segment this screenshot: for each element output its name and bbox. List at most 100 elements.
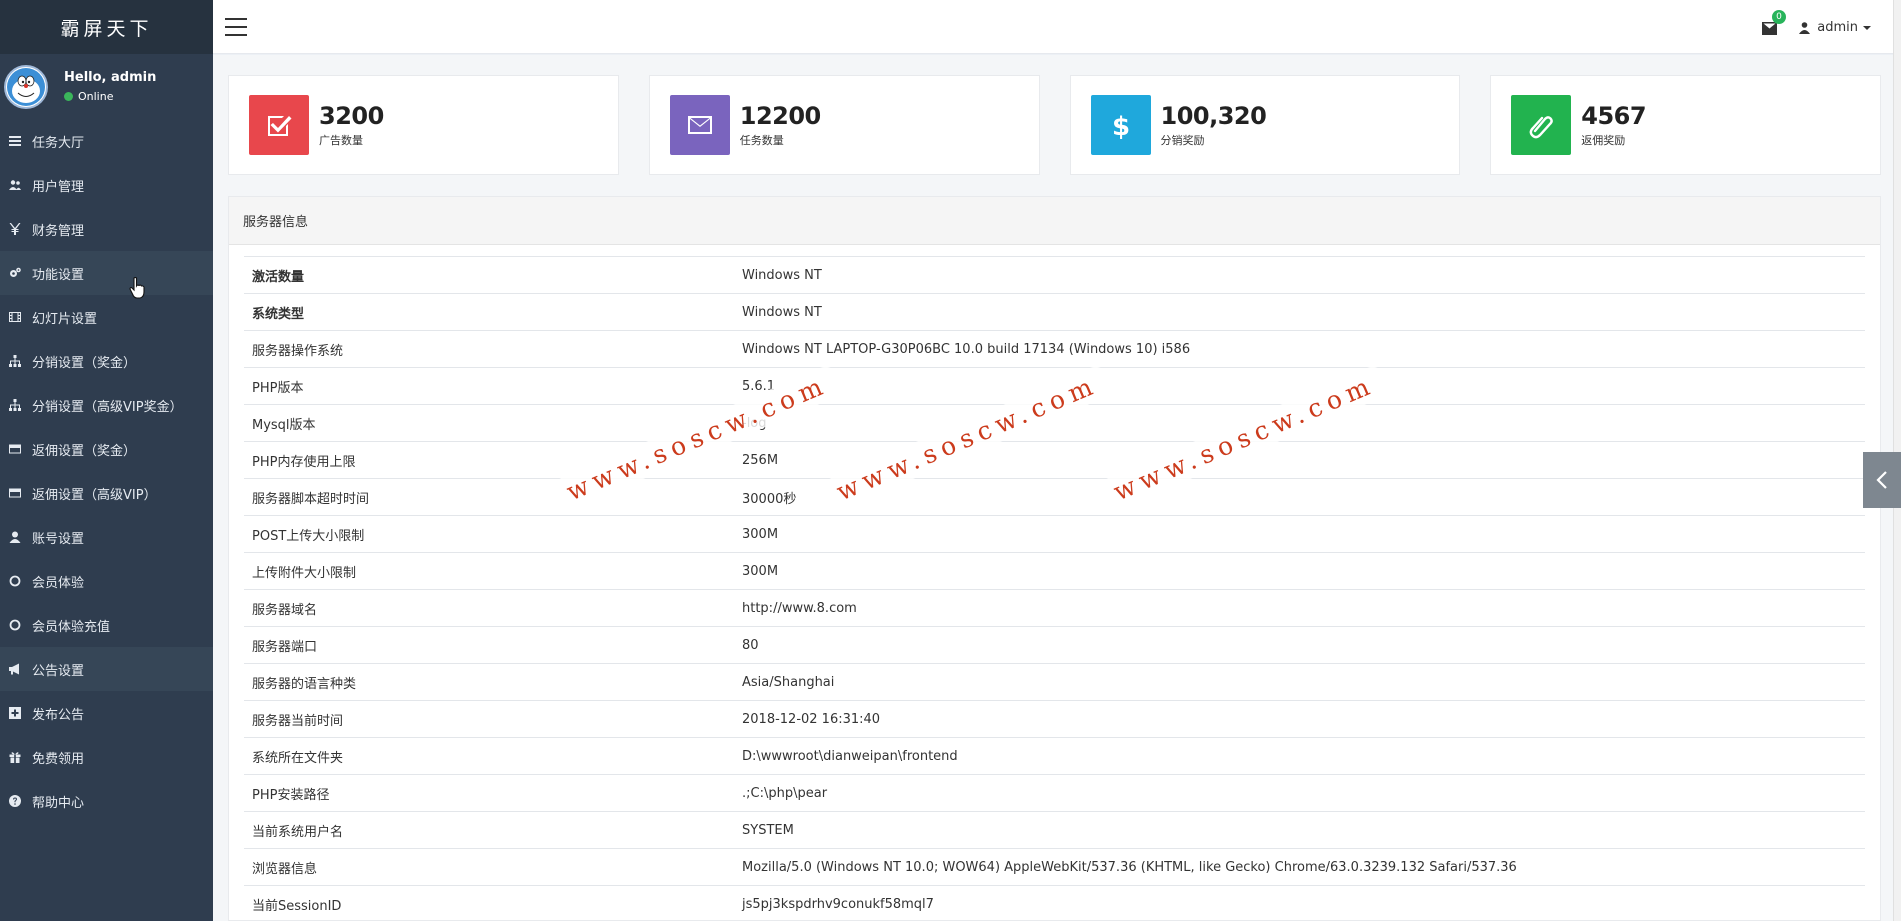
sidebar-item-label: 幻灯片设置 (32, 311, 98, 327)
gift-icon (8, 750, 22, 764)
circle-icon (8, 618, 22, 632)
sidebar-item-help-center[interactable]: 帮助中心 (0, 779, 213, 823)
stat-value: 100,320 (1160, 102, 1267, 130)
check-square-icon (249, 95, 309, 155)
table-row: 服务器端口 80 (244, 626, 1865, 664)
user-icon (8, 530, 22, 544)
stat-label: 任务数量 (739, 134, 784, 147)
message-count-badge: 0 (1772, 10, 1786, 24)
admin-label: admin (1817, 20, 1858, 35)
circle-icon (8, 574, 22, 588)
info-value: 300M (734, 552, 1865, 590)
stat-card-rebate-reward: 4567 返佣奖励 (1490, 75, 1881, 175)
info-key: 当前系统用户名 (244, 811, 734, 849)
stat-value: 4567 (1581, 102, 1647, 130)
info-value: -log (734, 404, 1865, 442)
info-key: 服务器操作系统 (244, 330, 734, 368)
table-row: 服务器脚本超时时间 30000秒 (244, 478, 1865, 516)
sidebar-item-distribution-vip-bonus[interactable]: 分销设置（高级VIP奖金） (0, 383, 213, 427)
collapse-panel-tab[interactable] (1863, 452, 1901, 508)
stat-card-tasks: 12200 任务数量 (648, 75, 1040, 175)
info-key: 服务器脚本超时时间 (244, 478, 734, 516)
info-key: PHP内存使用上限 (244, 441, 734, 479)
table-row: 系统类型 Windows NT (244, 293, 1865, 331)
sidebar-item-label: 财务管理 (32, 223, 85, 239)
stat-card-ads: 3200 广告数量 (228, 75, 619, 175)
sidebar-item-label: 分销设置（高级VIP奖金） (32, 399, 183, 415)
sidebar-item-label: 用户管理 (32, 179, 85, 195)
doraemon-avatar-icon (7, 67, 45, 106)
info-value: 300M (734, 515, 1865, 553)
info-value: Mozilla/5.0 (Windows NT 10.0; WOW64) App… (734, 848, 1865, 886)
sidebar-item-label: 任务大厅 (32, 135, 85, 151)
user-icon (1799, 21, 1811, 34)
sidebar-menu: 任务大厅 用户管理 财务管理 功能设置 幻灯片设置 分销设置（奖金） 分销设置（… (0, 119, 213, 823)
sidebar-item-member-trial[interactable]: 会员体验 (0, 559, 213, 603)
envelope-icon (1762, 22, 1777, 35)
sidebar-item-rebate-bonus[interactable]: 返佣设置（奖金） (0, 427, 213, 471)
sidebar-item-member-trial-recharge[interactable]: 会员体验充值 (0, 603, 213, 647)
question-icon (8, 794, 22, 808)
user-panel: Hello, admin Online (0, 54, 213, 119)
sidebar-item-distribution-bonus[interactable]: 分销设置（奖金） (0, 339, 213, 383)
table-row: 服务器操作系统 Windows NT LAPTOP-G30P06BC 10.0 b… (244, 330, 1865, 368)
info-value: 2018-12-02 16:31:40 (734, 700, 1865, 738)
info-key: 上传附件大小限制 (244, 552, 734, 590)
sidebar-item-label: 账号设置 (32, 531, 85, 547)
sidebar-item-free-claim[interactable]: 免费领用 (0, 735, 213, 779)
info-value: Windows NT LAPTOP-G30P06BC 10.0 build 17… (734, 330, 1865, 368)
info-value: Windows NT (734, 256, 1865, 294)
sidebar-item-announcement-settings[interactable]: 公告设置 (0, 647, 213, 691)
info-key: 服务器当前时间 (244, 700, 734, 738)
table-row: 服务器的语言种类 Asia/Shanghai (244, 663, 1865, 701)
svg-text:$: $ (1111, 112, 1129, 139)
caret-down-icon (1863, 25, 1871, 30)
stat-value: 3200 (319, 102, 384, 130)
stat-label: 分销奖励 (1160, 134, 1205, 147)
messages-button[interactable]: 0 (1762, 10, 1786, 39)
online-status: Online (64, 90, 156, 103)
table-row: 激活数量 Windows NT (244, 256, 1865, 294)
table-row: PHP版本 5.6.1 (244, 367, 1865, 405)
info-value: js5pj3kspdrhv9conukf58mql7 (734, 885, 1865, 920)
table-row: 当前SessionID js5pj3kspdrhv9conukf58mql7 (244, 885, 1865, 920)
table-row: POST上传大小限制 300M (244, 515, 1865, 553)
table-row: 上传附件大小限制 300M (244, 552, 1865, 590)
sidebar-item-finance[interactable]: 财务管理 (0, 207, 213, 251)
sidebar-item-user-management[interactable]: 用户管理 (0, 163, 213, 207)
sitemap-icon (8, 354, 22, 368)
admin-dropdown[interactable]: admin (1799, 20, 1871, 35)
info-key: 浏览器信息 (244, 848, 734, 886)
info-value: .;C:\php\pear (734, 774, 1865, 812)
bullhorn-icon (8, 662, 22, 676)
sidebar-item-slideshow[interactable]: 幻灯片设置 (0, 295, 213, 339)
sidebar-item-label: 返佣设置（高级VIP） (32, 487, 157, 503)
sidebar-item-label: 免费领用 (32, 751, 85, 767)
sidebar: 霸屏天下 Hello, admin Online 任务大厅 用户管理 财务管理 … (0, 0, 213, 921)
info-value: http://www.8.com (734, 589, 1865, 627)
sidebar-item-label: 返佣设置（奖金） (32, 443, 137, 459)
info-value: 30000秒 (734, 478, 1865, 516)
info-key: 当前SessionID (244, 885, 734, 920)
sidebar-item-feature-settings[interactable]: 功能设置 (0, 251, 213, 295)
credit-card-icon (8, 442, 22, 456)
top-navbar: 0 admin (213, 0, 1901, 54)
stat-cards: 3200 广告数量 12200 任务数量 $ 100,320 分销奖励 4567… (228, 75, 1881, 175)
sidebar-item-publish-announcement[interactable]: 发布公告 (0, 691, 213, 735)
brand-logo: 霸屏天下 (0, 0, 213, 54)
info-key: 激活数量 (244, 256, 734, 294)
envelope-icon (669, 95, 730, 155)
plus-square-icon (8, 706, 22, 720)
sidebar-item-task-hall[interactable]: 任务大厅 (0, 119, 213, 163)
sidebar-toggle-icon[interactable] (225, 18, 247, 36)
sidebar-item-label: 会员体验充值 (32, 619, 111, 635)
sidebar-item-rebate-vip[interactable]: 返佣设置（高级VIP） (0, 471, 213, 515)
info-value: SYSTEM (734, 811, 1865, 849)
panel-title: 服务器信息 (229, 197, 1880, 245)
users-icon (8, 178, 22, 192)
sidebar-item-account-settings[interactable]: 账号设置 (0, 515, 213, 559)
avatar (4, 64, 48, 109)
info-value: Windows NT (734, 293, 1865, 331)
stat-card-distribution-reward: $ 100,320 分销奖励 (1069, 75, 1461, 175)
info-value: 256M (734, 441, 1865, 479)
